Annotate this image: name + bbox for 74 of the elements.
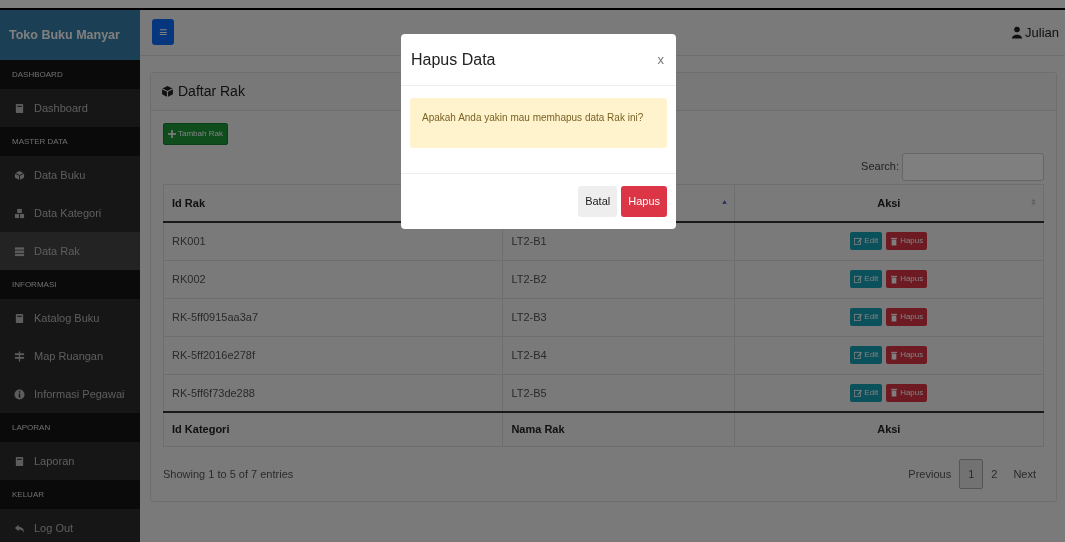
book-icon bbox=[14, 455, 25, 467]
sidebar-item[interactable]: Data Rak bbox=[0, 232, 140, 270]
sidebar-section-label: KELUAR bbox=[0, 480, 140, 509]
column-footer: Id Kategori bbox=[163, 412, 503, 446]
warning-message: Apakah Anda yakin mau memhapus data Rak ini? bbox=[410, 98, 667, 148]
edit-icon bbox=[854, 237, 863, 246]
search-label: Search: bbox=[861, 159, 899, 175]
brand-title: Toko Buku Manyar bbox=[0, 10, 140, 60]
entries-info: Showing 1 to 5 of 7 entries bbox=[163, 466, 294, 482]
reply-icon bbox=[14, 522, 25, 534]
page-link[interactable]: Next bbox=[1005, 459, 1044, 488]
action-button[interactable]: Edit bbox=[850, 346, 883, 364]
table-cell: LT2-B4 bbox=[502, 336, 735, 374]
cube-icon bbox=[161, 84, 174, 98]
plus-icon bbox=[168, 129, 176, 138]
delete-button[interactable]: Hapus bbox=[621, 186, 667, 217]
table-cell: RK-5ff0915aa3a7 bbox=[163, 298, 503, 336]
action-button[interactable]: Hapus bbox=[886, 346, 928, 364]
trash-icon bbox=[890, 388, 899, 398]
sidebar-item[interactable]: Katalog Buku bbox=[0, 299, 140, 337]
table-cell: RK-5ff6f73de288 bbox=[163, 374, 503, 412]
sidebar-item[interactable]: Data Buku bbox=[0, 156, 140, 194]
table-cell: RK002 bbox=[163, 260, 503, 298]
sidebar-item[interactable]: Informasi Pegawai bbox=[0, 375, 140, 413]
search-field[interactable] bbox=[902, 152, 1044, 181]
page-link[interactable]: 2 bbox=[983, 459, 1006, 488]
sidebar-section-label: LAPORAN bbox=[0, 413, 140, 442]
info-icon bbox=[14, 388, 25, 400]
sidebar-section-label: MASTER DATA bbox=[0, 127, 140, 156]
trash-icon bbox=[890, 312, 899, 322]
cubes-icon bbox=[14, 207, 25, 219]
trash-icon bbox=[890, 350, 899, 360]
sidebar-item[interactable]: Log Out bbox=[0, 509, 140, 542]
table-cell: LT2-B2 bbox=[502, 260, 735, 298]
action-button[interactable]: Hapus bbox=[886, 232, 928, 251]
trash-icon bbox=[890, 236, 899, 246]
edit-icon bbox=[854, 388, 863, 397]
page-link[interactable]: 1 bbox=[959, 458, 984, 489]
column-footer: Nama Rak bbox=[502, 412, 735, 446]
sidebar-item[interactable]: Laporan bbox=[0, 442, 140, 480]
card-title: Daftar Rak bbox=[178, 81, 245, 101]
table-cell: RK-5ff2016e278f bbox=[163, 336, 503, 374]
book-icon bbox=[14, 312, 25, 324]
trash-icon bbox=[890, 274, 899, 284]
cube-icon bbox=[14, 169, 25, 181]
action-button[interactable]: Edit bbox=[850, 270, 883, 288]
user-icon bbox=[1011, 25, 1024, 39]
action-button[interactable]: Hapus bbox=[886, 383, 928, 402]
action-button[interactable]: Hapus bbox=[886, 308, 928, 326]
close-button[interactable]: x bbox=[655, 49, 666, 70]
menu-button[interactable]: ≡ bbox=[152, 19, 174, 46]
page-link[interactable]: Previous bbox=[900, 459, 960, 488]
dialog-title: Hapus Data bbox=[411, 49, 496, 70]
sidebar-section-label: INFORMASI bbox=[0, 270, 140, 299]
signpost-icon bbox=[14, 350, 25, 362]
book-icon bbox=[14, 102, 25, 114]
sidebar-item[interactable]: Data Kategori bbox=[0, 194, 140, 232]
action-button[interactable]: Edit bbox=[850, 383, 883, 402]
add-button[interactable]: Tambah Rak bbox=[163, 122, 228, 145]
edit-icon bbox=[854, 313, 863, 321]
user-menu[interactable]: Julian bbox=[1011, 22, 1059, 42]
cancel-button[interactable]: Batal bbox=[578, 186, 618, 217]
edit-icon bbox=[854, 351, 863, 359]
list-icon bbox=[14, 245, 25, 257]
column-footer: Aksi bbox=[734, 412, 1044, 446]
action-button[interactable]: Hapus bbox=[886, 270, 928, 288]
column-header[interactable]: Aksi bbox=[734, 184, 1044, 222]
sidebar-item[interactable]: Map Ruangan bbox=[0, 337, 140, 375]
sidebar-section-label: DASHBOARD bbox=[0, 60, 140, 89]
sidebar-item[interactable]: Dashboard bbox=[0, 89, 140, 127]
edit-icon bbox=[854, 275, 863, 283]
action-button[interactable]: Edit bbox=[850, 232, 883, 251]
action-button[interactable]: Edit bbox=[850, 308, 883, 326]
table-cell: LT2-B3 bbox=[502, 298, 735, 336]
